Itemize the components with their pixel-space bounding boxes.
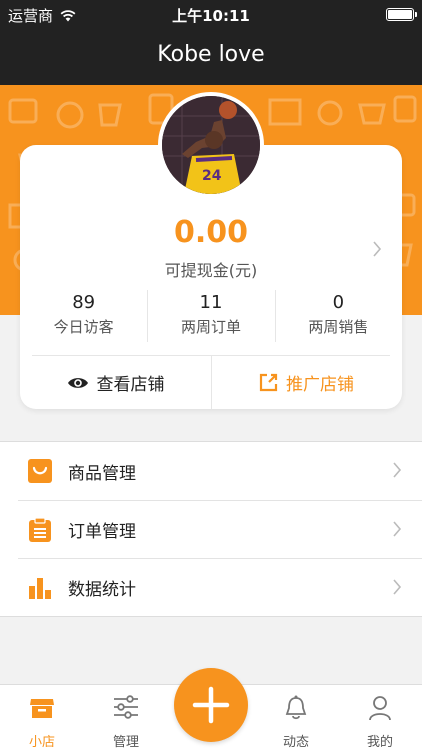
withdrawable-balance-label: 可提现金(元): [164, 261, 258, 280]
menu-item-label: 商品管理: [68, 463, 136, 484]
menu-item-order-management[interactable]: 订单管理: [18, 500, 422, 558]
tab-label: 我的: [366, 735, 393, 750]
view-store-label: 查看店铺: [96, 375, 165, 395]
withdrawable-balance: 0.00: [173, 215, 249, 250]
stat-label: 两周销售: [308, 318, 369, 336]
eye-icon: [67, 377, 88, 388]
tab-label: 小店: [28, 735, 55, 750]
menu-item-product-management[interactable]: 商品管理: [0, 442, 422, 500]
chevron-right-icon[interactable]: [372, 241, 382, 257]
status-bar: 运营商 上午10:11: [0, 0, 422, 30]
page-title: Kobe love: [157, 42, 265, 67]
clock: 上午10:11: [172, 7, 250, 25]
store-actions: 查看店铺 推广店铺: [20, 356, 402, 409]
promote-store-label: 推广店铺: [286, 375, 354, 395]
plus-icon: [192, 686, 230, 724]
sliders-icon: [114, 695, 138, 719]
chevron-right-icon: [393, 579, 402, 595]
share-external-icon: [259, 373, 278, 392]
stat-label: 今日访客: [53, 318, 114, 336]
store-icon: [30, 699, 54, 718]
tab-manage[interactable]: 管理: [84, 685, 168, 750]
chevron-right-icon: [393, 521, 402, 537]
tab-store[interactable]: 小店: [0, 685, 84, 750]
stat-sales-two-weeks: 0 两周销售: [274, 290, 402, 342]
menu-item-label: 订单管理: [68, 522, 136, 542]
stat-orders-two-weeks: 11 两周订单: [147, 290, 274, 342]
view-store-button[interactable]: 查看店铺: [20, 356, 211, 409]
tab-label: 管理: [112, 735, 139, 750]
clipboard-icon: [28, 517, 52, 542]
store-stats: 89 今日访客 11 两周订单 0 两周销售: [20, 290, 402, 342]
stat-value: 11: [199, 292, 223, 313]
svg-text:24: 24: [202, 168, 222, 184]
battery-icon: [386, 8, 417, 21]
menu-item-data-statistics[interactable]: 数据统计: [18, 558, 422, 616]
chevron-right-icon: [393, 462, 402, 478]
bar-chart-icon: [28, 576, 52, 600]
nav-bar: Kobe love: [0, 30, 422, 85]
bag-icon: [28, 459, 52, 483]
stat-visitors-today: 89 今日访客: [20, 290, 147, 342]
tab-mine[interactable]: 我的: [338, 685, 422, 750]
store-avatar[interactable]: 24: [158, 92, 264, 198]
avatar-image: 24: [162, 96, 260, 194]
promote-store-button[interactable]: 推广店铺: [211, 356, 402, 409]
add-button[interactable]: [174, 668, 248, 742]
stat-value: 0: [332, 292, 345, 313]
bell-icon: [285, 695, 307, 720]
tab-activity[interactable]: 动态: [254, 685, 338, 750]
menu-item-label: 数据统计: [68, 580, 136, 600]
person-icon: [369, 696, 391, 721]
stat-label: 两周订单: [180, 318, 241, 336]
store-management-menu: 商品管理 订单管理 数据统计: [0, 441, 422, 617]
tab-label: 动态: [282, 735, 309, 750]
stat-value: 89: [72, 292, 96, 313]
